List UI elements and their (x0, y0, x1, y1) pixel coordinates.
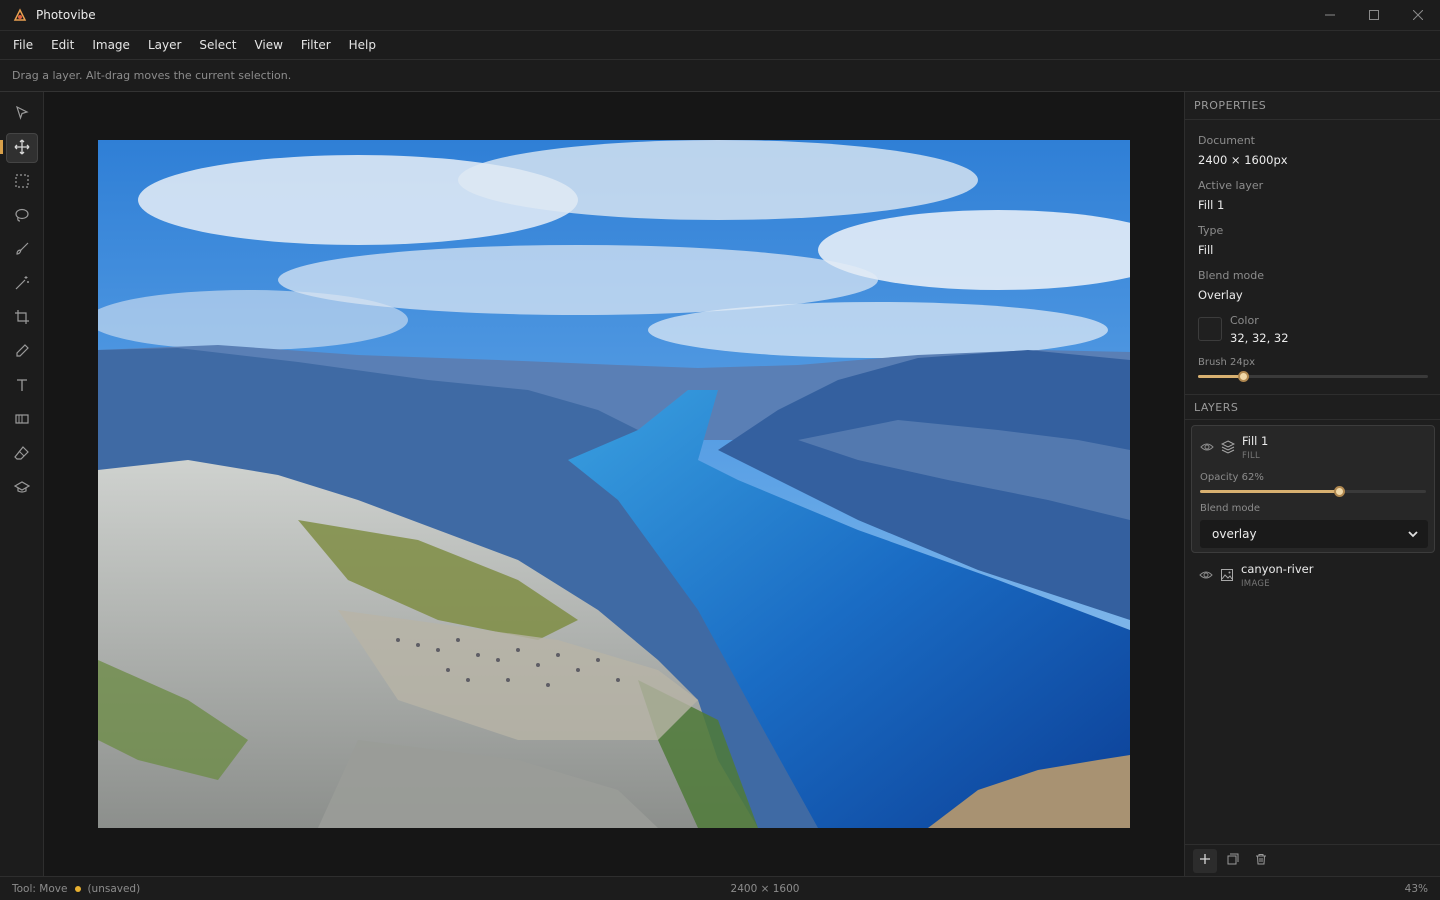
marquee-icon (14, 173, 30, 192)
active-layer-property: Active layer Fill 1 (1198, 179, 1263, 212)
menu-layer[interactable]: Layer (139, 31, 190, 60)
blend-mode-value: Overlay (1198, 288, 1243, 302)
hint-text: Drag a layer. Alt-drag moves the current… (12, 69, 292, 82)
opacity-label: Opacity 62% (1200, 472, 1264, 483)
blend-mode-property: Blend mode Overlay (1198, 269, 1264, 302)
menu-filter[interactable]: Filter (292, 31, 340, 60)
trash-icon (1255, 853, 1267, 868)
close-icon (1412, 9, 1424, 23)
opacity-slider[interactable] (1200, 486, 1426, 497)
add-layer-button[interactable] (1193, 848, 1217, 873)
color-label: Color (1230, 314, 1259, 327)
image-layer-icon (1220, 568, 1234, 582)
hint-bar: Drag a layer. Alt-drag moves the current… (0, 60, 1440, 92)
app-logo-icon (12, 7, 28, 23)
properties-header: PROPERTIES (1185, 92, 1440, 120)
duplicate-layer-button[interactable] (1221, 849, 1245, 873)
eraser-icon (14, 445, 30, 464)
minimize-icon (1325, 9, 1335, 23)
brush-size-label: Brush 24px (1198, 357, 1256, 368)
status-zoom[interactable]: 43% (1405, 883, 1428, 895)
active-layer-label: Active layer (1198, 179, 1264, 192)
color-property: Color 32, 32, 32 (1230, 314, 1289, 345)
pointer-icon (14, 105, 30, 124)
tool-text[interactable] (6, 371, 38, 401)
active-tool-indicator (0, 140, 3, 154)
blend-mode-label: Blend mode (1198, 269, 1265, 282)
active-layer-value: Fill 1 (1198, 198, 1225, 212)
crop-icon (14, 309, 30, 328)
visibility-eye-icon[interactable] (1200, 440, 1214, 454)
menu-select[interactable]: Select (190, 31, 245, 60)
tool-magic-wand[interactable] (6, 269, 38, 299)
blend-mode-selected: overlay (1212, 527, 1257, 541)
eyedropper-icon (14, 343, 30, 362)
tool-brush[interactable] (6, 235, 38, 265)
tool-smudge[interactable] (6, 473, 38, 503)
right-panel: PROPERTIES Document 2400 × 1600px Active… (1184, 92, 1440, 876)
magic-wand-icon (14, 275, 30, 294)
type-label: Type (1198, 224, 1224, 237)
plus-icon (1199, 853, 1211, 868)
lasso-icon (14, 207, 30, 226)
gradient-icon (14, 411, 30, 430)
color-value: 32, 32, 32 (1230, 331, 1289, 345)
maximize-button[interactable] (1352, 0, 1396, 31)
smudge-icon (13, 479, 31, 498)
opacity-slider-thumb[interactable] (1334, 486, 1346, 497)
layer-type: IMAGE (1241, 579, 1270, 589)
delete-layer-button[interactable] (1249, 849, 1273, 873)
visibility-eye-icon[interactable] (1199, 568, 1213, 582)
status-dimensions: 2400 × 1600 (730, 882, 800, 895)
tool-marquee[interactable] (6, 167, 38, 197)
layer-name: canyon-river (1241, 562, 1314, 576)
menu-image[interactable]: Image (83, 31, 139, 60)
color-swatch[interactable] (1198, 317, 1222, 341)
app-title: Photovibe (36, 8, 96, 22)
menu-file[interactable]: File (4, 31, 42, 60)
menu-edit[interactable]: Edit (42, 31, 83, 60)
type-property: Type Fill (1198, 224, 1223, 257)
minimize-button[interactable] (1308, 0, 1352, 31)
layers-header: LAYERS (1185, 394, 1440, 420)
tool-move[interactable] (6, 133, 38, 163)
type-value: Fill (1198, 243, 1214, 257)
close-button[interactable] (1396, 0, 1440, 31)
document-value: 2400 × 1600px (1198, 153, 1288, 167)
brush-slider-thumb[interactable] (1238, 371, 1249, 382)
blend-mode-select[interactable]: overlay (1200, 520, 1428, 548)
menu-bar: File Edit Image Layer Select View Filter… (0, 31, 1440, 60)
tool-crop[interactable] (6, 303, 38, 333)
layer-type: FILL (1242, 451, 1261, 461)
fill-layer-stack-icon (1220, 440, 1236, 454)
opacity-slider-fill (1200, 490, 1341, 493)
tool-pointer[interactable] (6, 99, 38, 129)
brush-size-slider[interactable] (1198, 371, 1428, 382)
title-bar: Photovibe (0, 0, 1440, 31)
maximize-icon (1369, 9, 1379, 23)
document-label: Document (1198, 134, 1255, 147)
tool-eyedropper[interactable] (6, 337, 38, 367)
chevron-down-icon (1406, 527, 1420, 541)
brush-icon (14, 241, 30, 260)
tool-palette (0, 92, 44, 876)
layers-footer (1185, 844, 1440, 876)
text-icon (14, 377, 30, 396)
move-icon (14, 139, 30, 158)
tool-lasso[interactable] (6, 201, 38, 231)
tool-gradient[interactable] (6, 405, 38, 435)
tool-eraser[interactable] (6, 439, 38, 469)
layer-name: Fill 1 (1242, 434, 1269, 448)
menu-help[interactable]: Help (340, 31, 385, 60)
status-bar: Tool: Move (unsaved) 2400 × 1600 43% (0, 876, 1440, 900)
document-property: Document 2400 × 1600px (1198, 134, 1288, 167)
canvas-image[interactable] (98, 140, 1130, 828)
canvas-area[interactable] (44, 92, 1184, 876)
menu-view[interactable]: View (245, 31, 291, 60)
layer-blend-label: Blend mode (1200, 503, 1261, 514)
layer-item-canyon-river[interactable]: canyon-river IMAGE (1199, 562, 1313, 589)
layer-item-fill-1[interactable]: Fill 1 FILL Opacity 62% Blend mode overl… (1191, 425, 1435, 553)
duplicate-icon (1227, 853, 1239, 868)
